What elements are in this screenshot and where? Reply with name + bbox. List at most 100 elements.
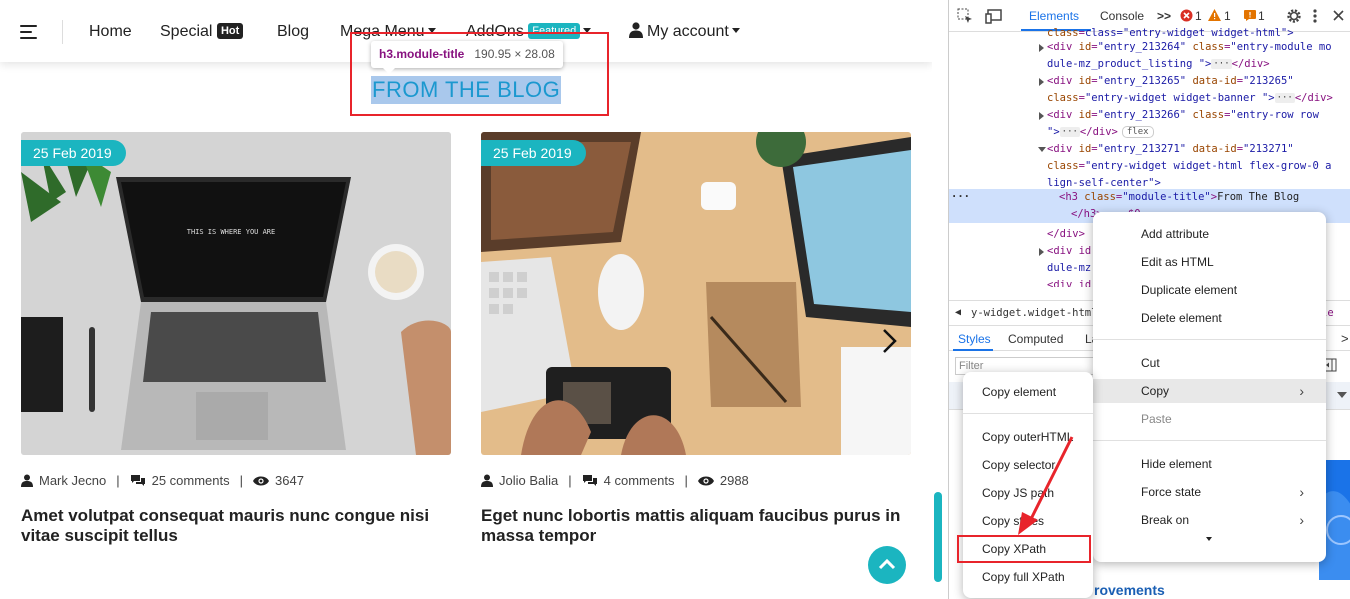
desk-camera-photo — [481, 132, 911, 455]
nav-home-link[interactable]: Home — [89, 22, 132, 42]
post-image-desk[interactable]: 25 Feb 2019 — [481, 132, 911, 455]
chevron-right-icon: › — [1299, 383, 1304, 399]
comments-icon — [582, 475, 597, 486]
scroll-down-icon[interactable] — [1206, 537, 1212, 541]
user-icon — [21, 474, 33, 487]
dom-attr-value: 213271 — [1249, 143, 1288, 155]
scroll-to-top-button[interactable] — [868, 546, 906, 584]
user-icon — [481, 474, 493, 487]
menu-item-edit-as-html[interactable]: Edit as HTML — [1093, 250, 1326, 274]
dom-node[interactable]: <div id="entry_213264" class="entry-modu… — [949, 39, 1350, 56]
post-views: 2988 — [719, 473, 749, 488]
menu-item-copy[interactable]: Copy › — [1093, 379, 1326, 403]
post-comments[interactable]: 4 comments — [604, 473, 675, 488]
dom-attr-value: entry_213264 — [1103, 41, 1180, 53]
menu-item-cut[interactable]: Cut — [1093, 351, 1326, 375]
gear-icon[interactable] — [1286, 8, 1302, 24]
tab-elements[interactable]: Elements — [1029, 9, 1079, 23]
breadcrumb-item[interactable]: y-widget.widget-html.f — [971, 301, 1110, 325]
post-author[interactable]: Mark Jecno — [39, 473, 106, 488]
context-menu: Add attribute Edit as HTML Duplicate ele… — [1093, 212, 1326, 562]
chevron-down-icon — [731, 28, 740, 33]
nav-my-account-label: My account — [647, 23, 729, 40]
menu-item-hide-element[interactable]: Hide element — [1093, 452, 1326, 476]
inspect-element-icon[interactable] — [957, 8, 973, 24]
post-views: 3647 — [275, 473, 304, 488]
eye-icon — [253, 476, 270, 486]
tab-computed[interactable]: Computed — [1008, 332, 1063, 346]
more-options-icon[interactable] — [1313, 8, 1317, 24]
dom-attr-value: entry-widget widget-banner "> — [1091, 92, 1275, 104]
dom-attr-value: entry-row row — [1236, 109, 1319, 121]
menu-item-add-attribute[interactable]: Add attribute — [1093, 222, 1326, 246]
tooltip-size: 190.95 × 28.08 — [474, 47, 555, 61]
post-title-link[interactable]: Eget nunc lobortis mattis aliquam faucib… — [481, 506, 911, 546]
nav-home-label: Home — [89, 23, 132, 40]
post-title-link[interactable]: Amet volutpat consequat mauris nunc cong… — [21, 506, 451, 546]
annotation-highlight-box — [957, 535, 1091, 563]
dom-node: class="entry-widget widget-html flex-gro… — [1047, 160, 1332, 172]
error-icon — [1180, 9, 1193, 22]
nav-special-link[interactable]: Special Hot — [160, 22, 244, 42]
dom-node[interactable]: <div id="entry_213265" data-id="213265" — [949, 73, 1350, 90]
menu-separator — [963, 413, 1093, 414]
warning-count[interactable]: 1 — [1224, 9, 1231, 23]
tab-styles[interactable]: Styles — [958, 332, 991, 346]
menu-item-copy-label: Copy — [1141, 384, 1170, 398]
eye-icon — [697, 476, 714, 486]
close-icon[interactable] — [1333, 10, 1344, 21]
menu-item-break-on[interactable]: Break on › — [1093, 508, 1326, 532]
dom-attr-value: dule-mz_product_listing "> — [1047, 58, 1212, 70]
hot-badge: Hot — [216, 23, 244, 39]
more-tabs-button[interactable]: >> — [1157, 9, 1171, 23]
chevron-right-icon[interactable] — [874, 326, 902, 356]
post-author[interactable]: Jolio Balia — [499, 473, 558, 488]
comments-icon — [130, 475, 145, 486]
issues-count[interactable]: 1 — [1258, 9, 1265, 23]
post-meta: Jolio Balia | 4 comments | 2988 — [481, 473, 749, 489]
menu-item-copy-js-path[interactable]: Copy JS path — [963, 481, 1093, 505]
post-date-badge: 25 Feb 2019 — [481, 140, 586, 166]
dom-attr-value: entry-module mo — [1236, 41, 1332, 53]
dom-text: class="entry-widget widget-html"> — [1084, 27, 1294, 39]
menu-item-break-on-label: Break on — [1141, 513, 1190, 527]
menu-item-copy-styles[interactable]: Copy styles — [963, 509, 1093, 533]
chevron-down-icon[interactable] — [1337, 392, 1347, 398]
nav-blog-link[interactable]: Blog — [277, 22, 309, 42]
tab-console[interactable]: Console — [1100, 9, 1144, 23]
menu-item-delete-element[interactable]: Delete element — [1093, 306, 1326, 330]
flex-badge[interactable]: flex — [1121, 126, 1154, 138]
menu-item-force-state[interactable]: Force state › — [1093, 480, 1326, 504]
dom-attr-value: lign-self-center"> — [1047, 177, 1161, 189]
menu-item-paste[interactable]: Paste — [1093, 407, 1326, 431]
nav-divider — [62, 20, 63, 44]
menu-item-copy-element[interactable]: Copy element — [963, 380, 1093, 404]
dom-text: dule-mz — [1047, 262, 1092, 274]
nav-my-account-link[interactable]: My account — [629, 22, 740, 42]
post-image-laptop[interactable]: THIS IS WHERE YOU ARE 25 Feb 2019 — [21, 132, 451, 455]
tooltip-selector: h3.module-title — [379, 47, 465, 61]
post-comments[interactable]: 25 comments — [152, 473, 230, 488]
menu-item-duplicate-element[interactable]: Duplicate element — [1093, 278, 1326, 302]
menu-item-copy-full-xpath[interactable]: Copy full XPath — [963, 565, 1093, 589]
hamburger-menu-icon[interactable] — [20, 25, 37, 39]
scroll-left-icon[interactable]: ◀ — [955, 301, 961, 325]
device-toolbar-icon[interactable] — [985, 8, 1003, 24]
dom-text: </div> — [1047, 228, 1085, 240]
error-count[interactable]: 1 — [1195, 9, 1202, 23]
dom-node[interactable]: <div id="entry_213271" data-id="213271" — [949, 141, 1350, 158]
menu-item-copy-outerhtml[interactable]: Copy outerHTML — [963, 425, 1093, 449]
more-tabs-icon[interactable]: > — [1341, 331, 1349, 346]
menu-item-copy-selector[interactable]: Copy selector — [963, 453, 1093, 477]
nav-special-label: Special — [160, 23, 213, 40]
warning-icon — [1208, 9, 1221, 21]
dom-attr-value: module-title — [1128, 191, 1205, 203]
dom-attr-value: entry_213271 — [1103, 143, 1180, 155]
article-heading-fragment: rovements — [1094, 582, 1165, 598]
dom-text: <div id — [1047, 279, 1092, 287]
post-date-badge: 25 Feb 2019 — [21, 140, 126, 166]
dom-node: dule-mz_product_listing "> ··· </div> — [1047, 58, 1270, 70]
page-scrollbar-thumb[interactable] — [934, 492, 942, 582]
dom-node[interactable]: <div id="entry_213266" class="entry-row … — [949, 107, 1350, 124]
svg-text:THIS IS WHERE YOU ARE: THIS IS WHERE YOU ARE — [187, 228, 276, 236]
